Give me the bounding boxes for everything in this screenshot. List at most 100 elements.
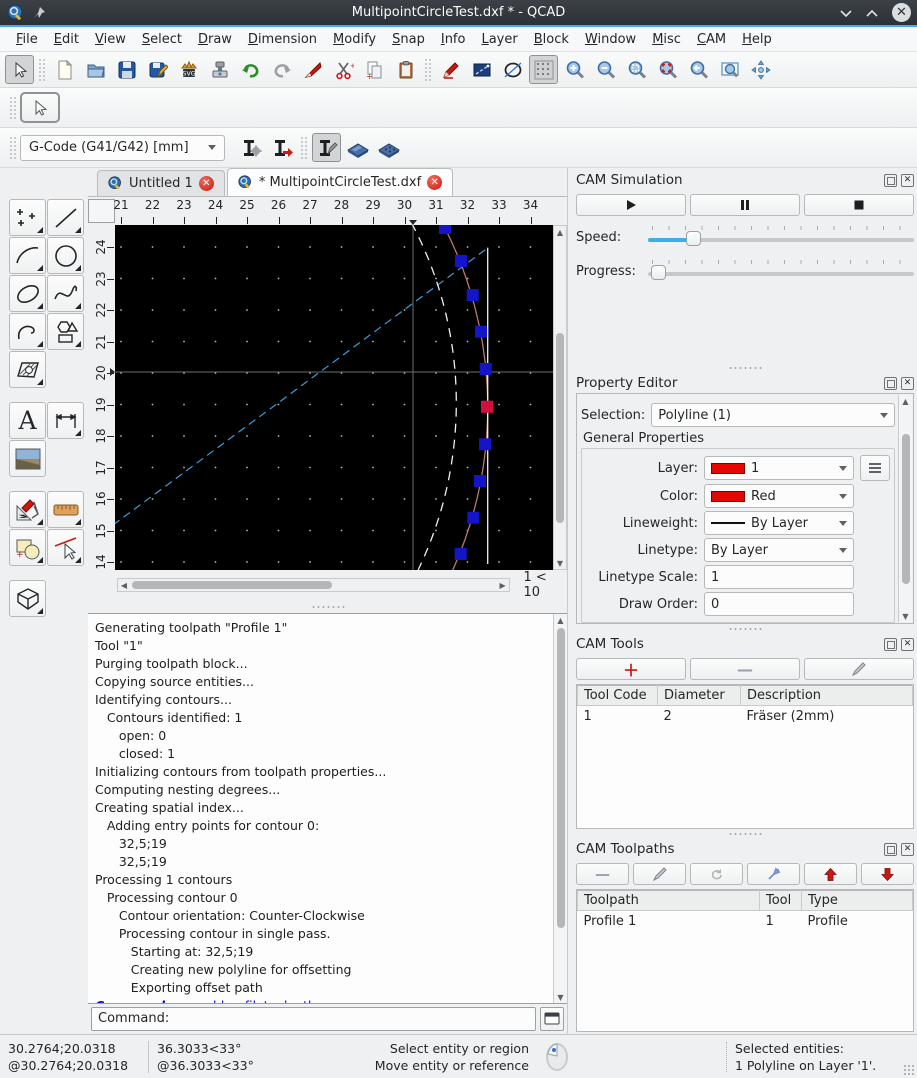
zoom-extents-button[interactable] — [653, 55, 682, 84]
vertex-handle[interactable] — [480, 363, 492, 375]
cam-export-button[interactable] — [267, 133, 296, 162]
property-input[interactable]: 1 — [704, 565, 854, 589]
move-toolpath-up-button[interactable] — [804, 863, 857, 885]
close-panel-icon[interactable]: ✕ — [901, 843, 914, 856]
vertex-handle[interactable] — [467, 289, 479, 301]
vertex-handle[interactable] — [455, 548, 467, 560]
property-dropdown[interactable]: Red — [704, 484, 854, 508]
point-tool[interactable] — [9, 199, 46, 236]
svg-export-button[interactable]: SVG — [174, 55, 203, 84]
print-button[interactable] — [205, 55, 234, 84]
vertex-handle[interactable] — [475, 326, 487, 338]
table-row[interactable]: Profile 11Profile — [578, 911, 913, 933]
previous-view-button[interactable] — [684, 55, 713, 84]
toolbar-grip[interactable] — [38, 58, 46, 82]
grid-toggle-button[interactable] — [529, 55, 558, 84]
dimension-tool[interactable] — [47, 402, 84, 439]
speed-slider-handle[interactable] — [686, 231, 701, 246]
zoom-in-button[interactable] — [560, 55, 589, 84]
table-column-header[interactable]: Toolpath — [578, 891, 760, 911]
paste-button[interactable] — [391, 55, 420, 84]
horizontal-scrollbar[interactable]: ◀ ▶ — [117, 578, 510, 592]
menu-cam[interactable]: CAM — [689, 29, 734, 50]
scroll-up-icon[interactable]: ▲ — [555, 614, 567, 626]
command-options-button[interactable] — [540, 1007, 564, 1031]
line-tool[interactable] — [47, 199, 84, 236]
selection-dropdown[interactable]: Polyline (1) — [651, 403, 895, 427]
modify-tool[interactable]: + — [9, 529, 46, 566]
progress-slider-handle[interactable] — [651, 265, 666, 280]
layer-menu-button[interactable] — [860, 455, 890, 481]
polyline-tool[interactable] — [9, 313, 46, 350]
float-panel-icon[interactable] — [884, 174, 897, 187]
toolbar-grip[interactable] — [9, 96, 17, 120]
remove-toolpath-button[interactable]: — — [576, 863, 629, 885]
solid-tool[interactable] — [9, 580, 46, 617]
divide-tool[interactable] — [47, 529, 84, 566]
log-scrollbar[interactable]: ▲ ▼ — [553, 614, 567, 1003]
edit-toolpath-button[interactable] — [633, 863, 686, 885]
minimize-button[interactable] — [840, 9, 852, 17]
scroll-up-icon[interactable]: ▲ — [554, 226, 566, 238]
table-column-header[interactable]: Type — [802, 891, 913, 911]
shape-tool[interactable] — [47, 313, 84, 350]
cam-tools-table[interactable]: Tool CodeDiameterDescription12Fräser (2m… — [577, 685, 913, 727]
undo-button[interactable] — [236, 55, 265, 84]
measure-tool[interactable] — [47, 491, 84, 528]
menu-dimension[interactable]: Dimension — [240, 29, 325, 50]
tab-close-icon[interactable]: ✕ — [427, 175, 442, 190]
property-dropdown[interactable]: By Layer — [704, 538, 854, 562]
cam-plate-back-button[interactable] — [374, 133, 403, 162]
table-column-header[interactable]: Description — [741, 686, 913, 706]
regenerate-toolpath-button[interactable] — [747, 863, 800, 885]
selection-arrow-button[interactable] — [5, 55, 34, 84]
menu-edit[interactable]: Edit — [46, 29, 87, 50]
menu-snap[interactable]: Snap — [384, 29, 433, 50]
menu-draw[interactable]: Draw — [190, 29, 240, 50]
menu-file[interactable]: File — [8, 29, 46, 50]
arc-tool[interactable] — [9, 237, 46, 274]
panel-splitter[interactable] — [576, 829, 914, 839]
property-dropdown[interactable]: By Layer — [704, 511, 854, 535]
edit-tool-button[interactable] — [804, 658, 914, 680]
zoom-window-button[interactable] — [715, 55, 744, 84]
splitter-handle[interactable] — [88, 600, 567, 613]
vertex-handle[interactable] — [455, 255, 467, 267]
menu-window[interactable]: Window — [577, 29, 644, 50]
property-dropdown[interactable]: 1 — [704, 456, 854, 480]
command-input[interactable] — [175, 1011, 529, 1026]
resize-grip[interactable] — [903, 1064, 915, 1076]
progress-slider[interactable] — [648, 260, 914, 282]
log-scrollbar-thumb[interactable] — [557, 628, 565, 928]
stop-button[interactable] — [804, 194, 914, 216]
save-as-button[interactable] — [143, 55, 172, 84]
vertical-scrollbar[interactable]: ▲ ▼ — [553, 225, 567, 570]
selection-rectangle-button[interactable] — [467, 55, 496, 84]
table-row[interactable]: 12Fräser (2mm) — [578, 706, 913, 728]
vertex-handle[interactable] — [467, 512, 479, 524]
table-column-header[interactable]: Tool Code — [578, 686, 658, 706]
copy-button[interactable]: + — [360, 55, 389, 84]
panel-splitter[interactable] — [576, 624, 914, 634]
menu-select[interactable]: Select — [134, 29, 190, 50]
image-tool[interactable] — [9, 440, 46, 477]
cam-configuration-button[interactable] — [236, 133, 265, 162]
postprocessor-dropdown[interactable]: G-Code (G41/G42) [mm] — [20, 135, 225, 161]
float-panel-icon[interactable] — [884, 638, 897, 651]
speed-slider[interactable] — [648, 226, 914, 248]
misc-draw-tool[interactable] — [9, 491, 46, 528]
zoom-out-button[interactable] — [591, 55, 620, 84]
float-panel-icon[interactable] — [884, 377, 897, 390]
vertex-handle[interactable] — [474, 475, 486, 487]
vertex-handles[interactable] — [439, 225, 493, 560]
save-button[interactable] — [112, 55, 141, 84]
text-tool[interactable]: A — [9, 402, 46, 439]
vertex-handle[interactable] — [439, 225, 451, 234]
red-pencil-button[interactable] — [436, 55, 465, 84]
open-folder-button[interactable] — [81, 55, 110, 84]
close-panel-icon[interactable]: ✕ — [901, 377, 914, 390]
horizontal-scrollbar-thumb[interactable] — [132, 581, 332, 589]
knife-button[interactable] — [298, 55, 327, 84]
menu-view[interactable]: View — [87, 29, 134, 50]
remove-tool-button[interactable]: — — [690, 658, 800, 680]
